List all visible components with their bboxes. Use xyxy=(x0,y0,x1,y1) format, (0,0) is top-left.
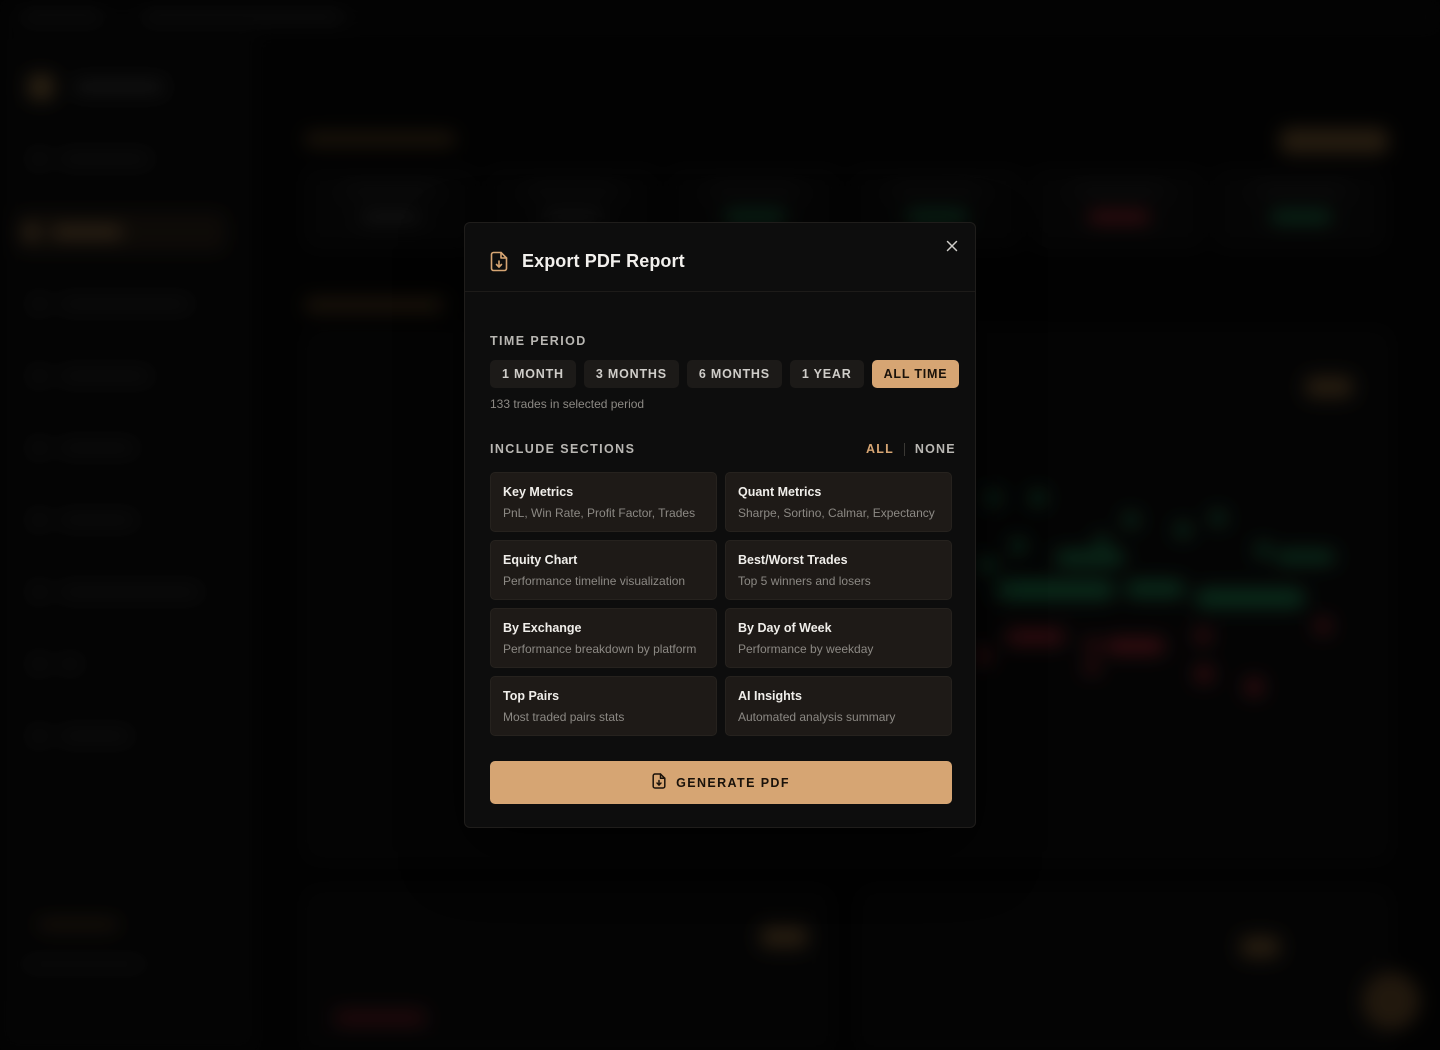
select-all-button[interactable]: ALL xyxy=(866,442,894,456)
section-title: By Exchange xyxy=(503,621,582,635)
section-description: Automated analysis summary xyxy=(738,710,896,724)
section-title: By Day of Week xyxy=(738,621,832,635)
section-title: Quant Metrics xyxy=(738,485,822,499)
section-title: Best/Worst Trades xyxy=(738,553,848,567)
period-1-month-button[interactable]: 1 MONTH xyxy=(490,360,576,388)
section-description: Performance breakdown by platform xyxy=(503,642,697,656)
section-description: Performance by weekday xyxy=(738,642,874,656)
export-pdf-modal: Export PDF Report TIME PERIOD 1 MONTH 3 … xyxy=(464,222,976,828)
period-6-months-button[interactable]: 6 MONTHS xyxy=(686,360,782,388)
generate-pdf-button[interactable]: GENERATE PDF xyxy=(490,761,952,804)
section-key-metrics[interactable]: Key Metrics PnL, Win Rate, Profit Factor… xyxy=(490,472,717,532)
period-3-months-button[interactable]: 3 MONTHS xyxy=(583,360,679,388)
section-title: Equity Chart xyxy=(503,553,578,567)
section-description: Performance timeline visualization xyxy=(503,574,686,588)
select-none-button[interactable]: NONE xyxy=(915,442,956,456)
section-description: Sharpe, Sortino, Calmar, Expectancy xyxy=(738,506,935,520)
period-1-year-button[interactable]: 1 YEAR xyxy=(789,360,864,388)
trades-count-note: 133 trades in selected period xyxy=(490,397,645,411)
section-title: Top Pairs xyxy=(503,689,560,703)
section-by-day-of-week[interactable]: By Day of Week Performance by weekday xyxy=(725,608,952,668)
close-button[interactable] xyxy=(942,238,962,258)
section-quant-metrics[interactable]: Quant Metrics Sharpe, Sortino, Calmar, E… xyxy=(725,472,952,532)
section-description: Top 5 winners and losers xyxy=(738,574,871,588)
select-all-none: ALL NONE xyxy=(866,442,956,456)
file-download-icon xyxy=(490,251,508,272)
include-sections-label: INCLUDE SECTIONS xyxy=(490,442,636,456)
time-period-label: TIME PERIOD xyxy=(490,334,587,348)
section-by-exchange[interactable]: By Exchange Performance breakdown by pla… xyxy=(490,608,717,668)
generate-pdf-label: GENERATE PDF xyxy=(676,775,790,790)
period-selector: 1 MONTH 3 MONTHS 6 MONTHS 1 YEAR ALL TIM… xyxy=(490,360,960,388)
section-equity-chart[interactable]: Equity Chart Performance timeline visual… xyxy=(490,540,717,600)
section-title: Key Metrics xyxy=(503,485,574,499)
modal-title: Export PDF Report xyxy=(522,251,685,271)
section-best-worst-trades[interactable]: Best/Worst Trades Top 5 winners and lose… xyxy=(725,540,952,600)
divider xyxy=(903,442,905,456)
close-icon xyxy=(946,239,958,257)
section-description: PnL, Win Rate, Profit Factor, Trades xyxy=(503,506,696,520)
period-all-time-button[interactable]: ALL TIME xyxy=(871,360,960,388)
section-ai-insights[interactable]: AI Insights Automated analysis summary xyxy=(725,676,952,736)
section-description: Most traded pairs stats xyxy=(503,710,625,724)
file-download-icon xyxy=(652,773,666,792)
section-title: AI Insights xyxy=(738,689,802,703)
section-top-pairs[interactable]: Top Pairs Most traded pairs stats xyxy=(490,676,717,736)
modal-header: Export PDF Report xyxy=(465,223,975,292)
sections-grid: Key Metrics PnL, Win Rate, Profit Factor… xyxy=(490,472,952,736)
